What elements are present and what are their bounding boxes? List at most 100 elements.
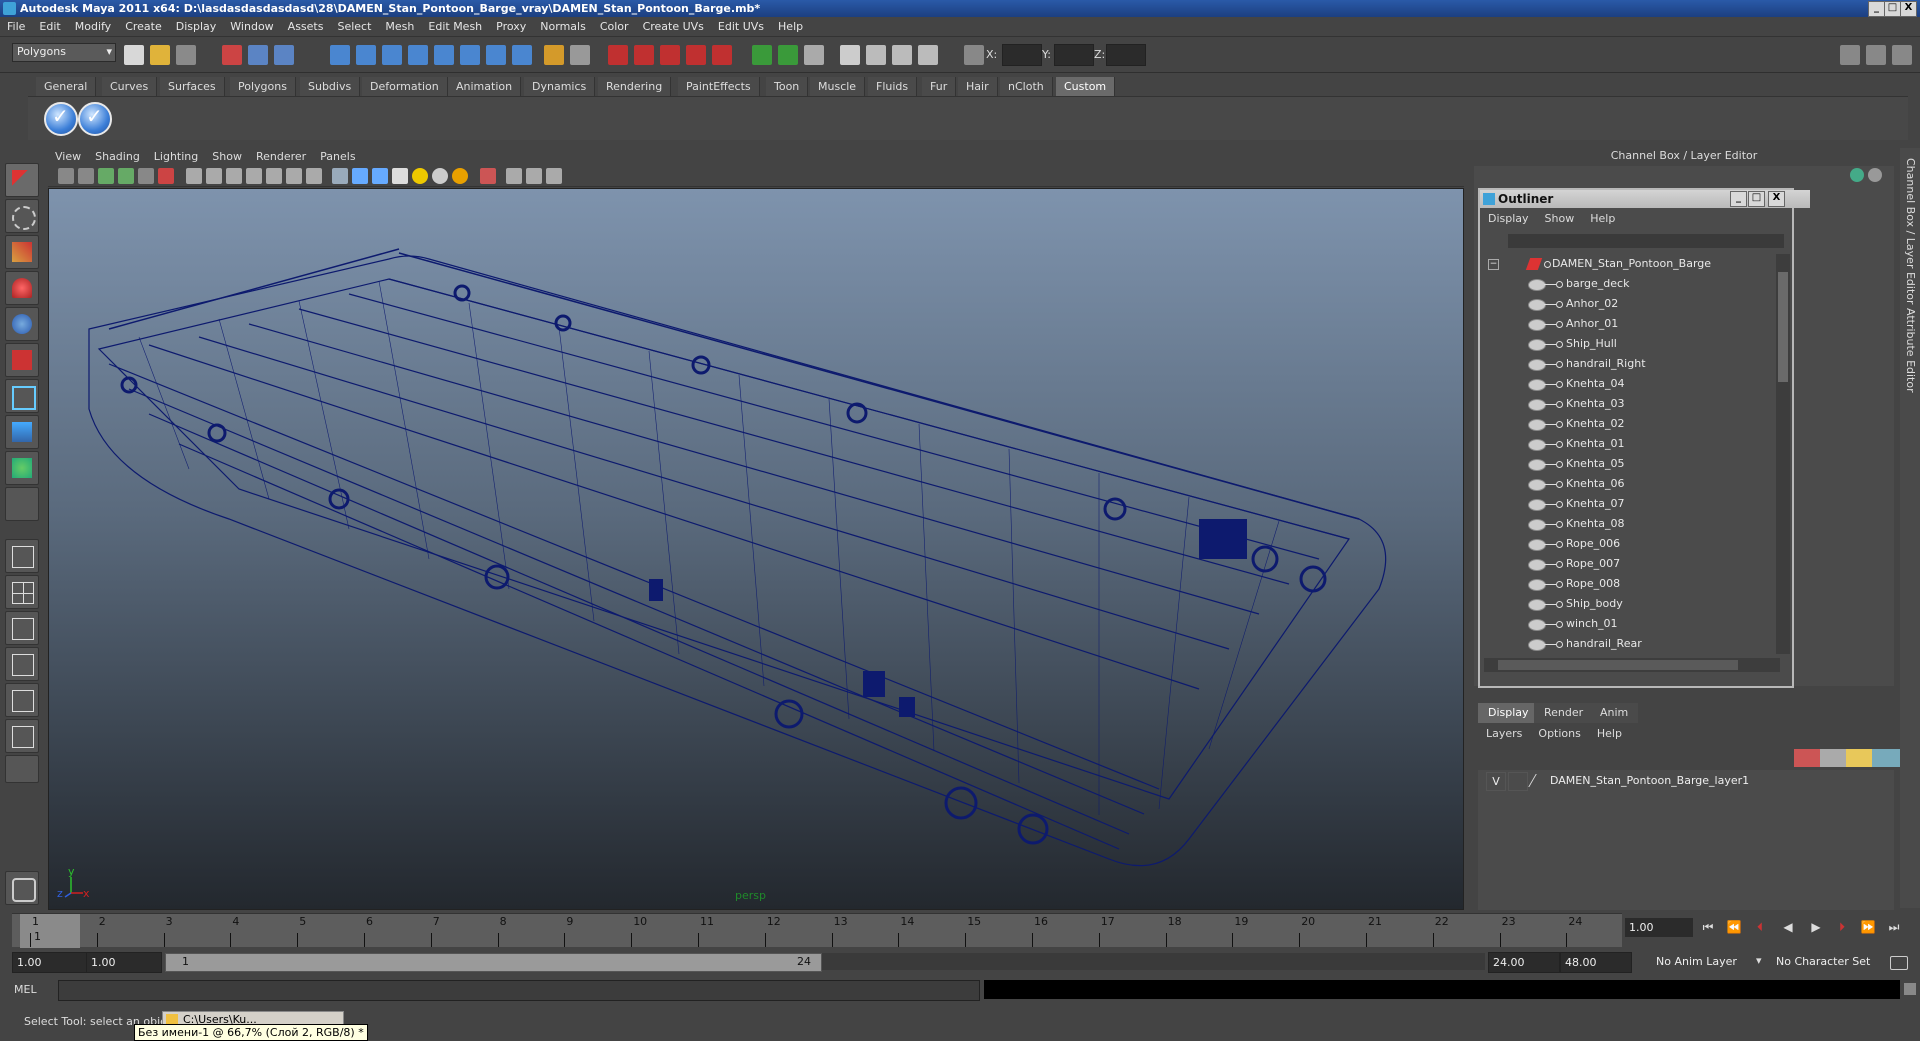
outliner-menu-show[interactable]: Show — [1537, 210, 1583, 225]
range-slider[interactable]: 1 24 — [165, 953, 1485, 972]
grid-icon[interactable] — [186, 168, 202, 184]
render-current-frame-icon[interactable] — [840, 45, 860, 65]
menu-normals[interactable]: Normals — [533, 17, 593, 33]
camera-select-icon[interactable] — [58, 168, 74, 184]
shadows-icon[interactable] — [432, 168, 448, 184]
scale-tool[interactable] — [5, 343, 39, 377]
select-tool[interactable] — [5, 163, 39, 197]
shelf-tab-animation[interactable]: Animation — [448, 77, 522, 96]
go-to-end-button[interactable]: ⏭ — [1884, 920, 1904, 938]
hypershade-persp-layout[interactable] — [5, 683, 39, 717]
shelf-tab-fluids[interactable]: Fluids — [868, 77, 918, 96]
isolate-select-icon[interactable] — [480, 168, 496, 184]
menu-display[interactable]: Display — [169, 17, 224, 33]
shelf-tab-surfaces[interactable]: Surfaces — [160, 77, 225, 96]
layer-display-type-toggle[interactable] — [1508, 772, 1528, 791]
list-item[interactable]: barge_deck — [1484, 274, 1774, 294]
animation-start-field[interactable]: 1.00 — [12, 952, 88, 973]
move-tool[interactable] — [5, 271, 39, 305]
shelf-tab-rendering[interactable]: Rendering — [598, 77, 672, 96]
menu-modify[interactable]: Modify — [68, 17, 118, 33]
textured-icon[interactable] — [392, 168, 408, 184]
outliner-menu-help[interactable]: Help — [1582, 210, 1623, 225]
z-field[interactable] — [1106, 44, 1146, 66]
toggle-channel-box-icon[interactable] — [1892, 45, 1912, 65]
persp-outliner-layout[interactable] — [5, 611, 39, 645]
outliner-filter-field[interactable] — [1508, 234, 1784, 248]
shelf-tab-deformation[interactable]: Deformation — [362, 77, 448, 96]
film-gate-icon[interactable] — [206, 168, 222, 184]
list-item[interactable]: Knehta_06 — [1484, 474, 1774, 494]
safe-action-icon[interactable] — [286, 168, 302, 184]
wireframe-shading-icon[interactable] — [332, 168, 348, 184]
open-scene-icon[interactable] — [150, 45, 170, 65]
outliner-vertical-scrollbar[interactable] — [1776, 254, 1790, 654]
last-tool[interactable] — [5, 487, 39, 521]
new-scene-icon[interactable] — [124, 45, 144, 65]
grease-pencil-icon[interactable] — [158, 168, 174, 184]
outliner-menu-display[interactable]: Display — [1480, 210, 1537, 225]
render-settings-icon[interactable] — [892, 45, 912, 65]
select-component-icon[interactable] — [274, 45, 294, 65]
layer-color-swatch[interactable] — [1528, 774, 1549, 787]
snap-point-icon[interactable] — [660, 45, 680, 65]
minimize-button[interactable]: _ — [1868, 1, 1885, 17]
command-input[interactable] — [58, 980, 980, 1001]
menu-create-uvs[interactable]: Create UVs — [636, 17, 711, 33]
go-to-start-button[interactable]: ⏮ — [1698, 920, 1718, 938]
layer-editor-icon[interactable] — [1868, 168, 1882, 182]
two-d-pan-zoom-icon[interactable] — [138, 168, 154, 184]
outliner-maximize-button[interactable]: □ — [1748, 191, 1765, 207]
image-plane-icon[interactable] — [118, 168, 134, 184]
step-back-key-button[interactable]: ⏴ — [1750, 920, 1770, 938]
shelf-tab-painteffects[interactable]: PaintEffects — [678, 77, 760, 96]
menu-window[interactable]: Window — [223, 17, 280, 33]
layer-tab-anim[interactable]: Anim — [1590, 703, 1639, 723]
outliner-close-button[interactable]: X — [1768, 191, 1785, 207]
menu-proxy[interactable]: Proxy — [489, 17, 533, 33]
lasso-tool[interactable] — [5, 199, 39, 233]
list-item[interactable]: Anhor_02 — [1484, 294, 1774, 314]
select-by-dynamic-icon[interactable] — [460, 45, 480, 65]
play-forwards-button[interactable]: ▶ — [1806, 920, 1826, 938]
x-field[interactable] — [1002, 44, 1042, 66]
perspective-viewport[interactable]: persp y x z — [48, 188, 1464, 910]
step-back-frame-button[interactable]: ⏪ — [1724, 920, 1744, 938]
list-item[interactable]: Anhor_01 — [1484, 314, 1774, 334]
menu-assets[interactable]: Assets — [281, 17, 331, 33]
list-item[interactable]: Knehta_01 — [1484, 434, 1774, 454]
menu-color[interactable]: Color — [593, 17, 636, 33]
camera-attributes-icon[interactable] — [78, 168, 94, 184]
outliner-root-item[interactable]: − DAMEN_Stan_Pontoon_Barge — [1484, 254, 1774, 274]
wireframe-on-shaded-icon[interactable] — [372, 168, 388, 184]
paint-select-tool[interactable] — [5, 235, 39, 269]
menu-file[interactable]: File — [0, 17, 32, 33]
select-by-curve-icon[interactable] — [382, 45, 402, 65]
current-frame-field[interactable]: 1.00 — [1625, 918, 1693, 937]
transform-input-icon[interactable] — [964, 45, 984, 65]
viewport-menu-panels[interactable]: Panels — [313, 148, 362, 163]
list-item[interactable]: Knehta_03 — [1484, 394, 1774, 414]
shelf-tab-custom[interactable]: Custom — [1056, 77, 1116, 96]
maximize-button[interactable]: □ — [1884, 1, 1901, 17]
shelf-tab-dynamics[interactable]: Dynamics — [524, 77, 596, 96]
channel-box-icon[interactable] — [1850, 168, 1864, 182]
menu-edit[interactable]: Edit — [32, 17, 67, 33]
use-all-lights-icon[interactable] — [412, 168, 428, 184]
hypershade-icon[interactable] — [918, 45, 938, 65]
list-item[interactable]: Knehta_07 — [1484, 494, 1774, 514]
shelf-tab-ncloth[interactable]: nCloth — [1000, 77, 1053, 96]
xray-icon[interactable] — [506, 168, 522, 184]
menu-select[interactable]: Select — [330, 17, 378, 33]
list-item[interactable]: Knehta_08 — [1484, 514, 1774, 534]
viewport-menu-renderer[interactable]: Renderer — [249, 148, 313, 163]
custom-check-button-2[interactable] — [78, 102, 112, 136]
list-item[interactable]: Knehta_05 — [1484, 454, 1774, 474]
layer-visibility-toggle[interactable]: V — [1486, 772, 1506, 791]
outliner-title-bar[interactable]: Outliner _ □ X — [1480, 190, 1810, 208]
list-item[interactable]: Ship_Hull — [1484, 334, 1774, 354]
help-question-icon[interactable] — [512, 45, 532, 65]
layer-menu-options[interactable]: Options — [1530, 723, 1588, 740]
highlight-selection-icon[interactable] — [570, 45, 590, 65]
viewport-menu-shading[interactable]: Shading — [88, 148, 147, 163]
